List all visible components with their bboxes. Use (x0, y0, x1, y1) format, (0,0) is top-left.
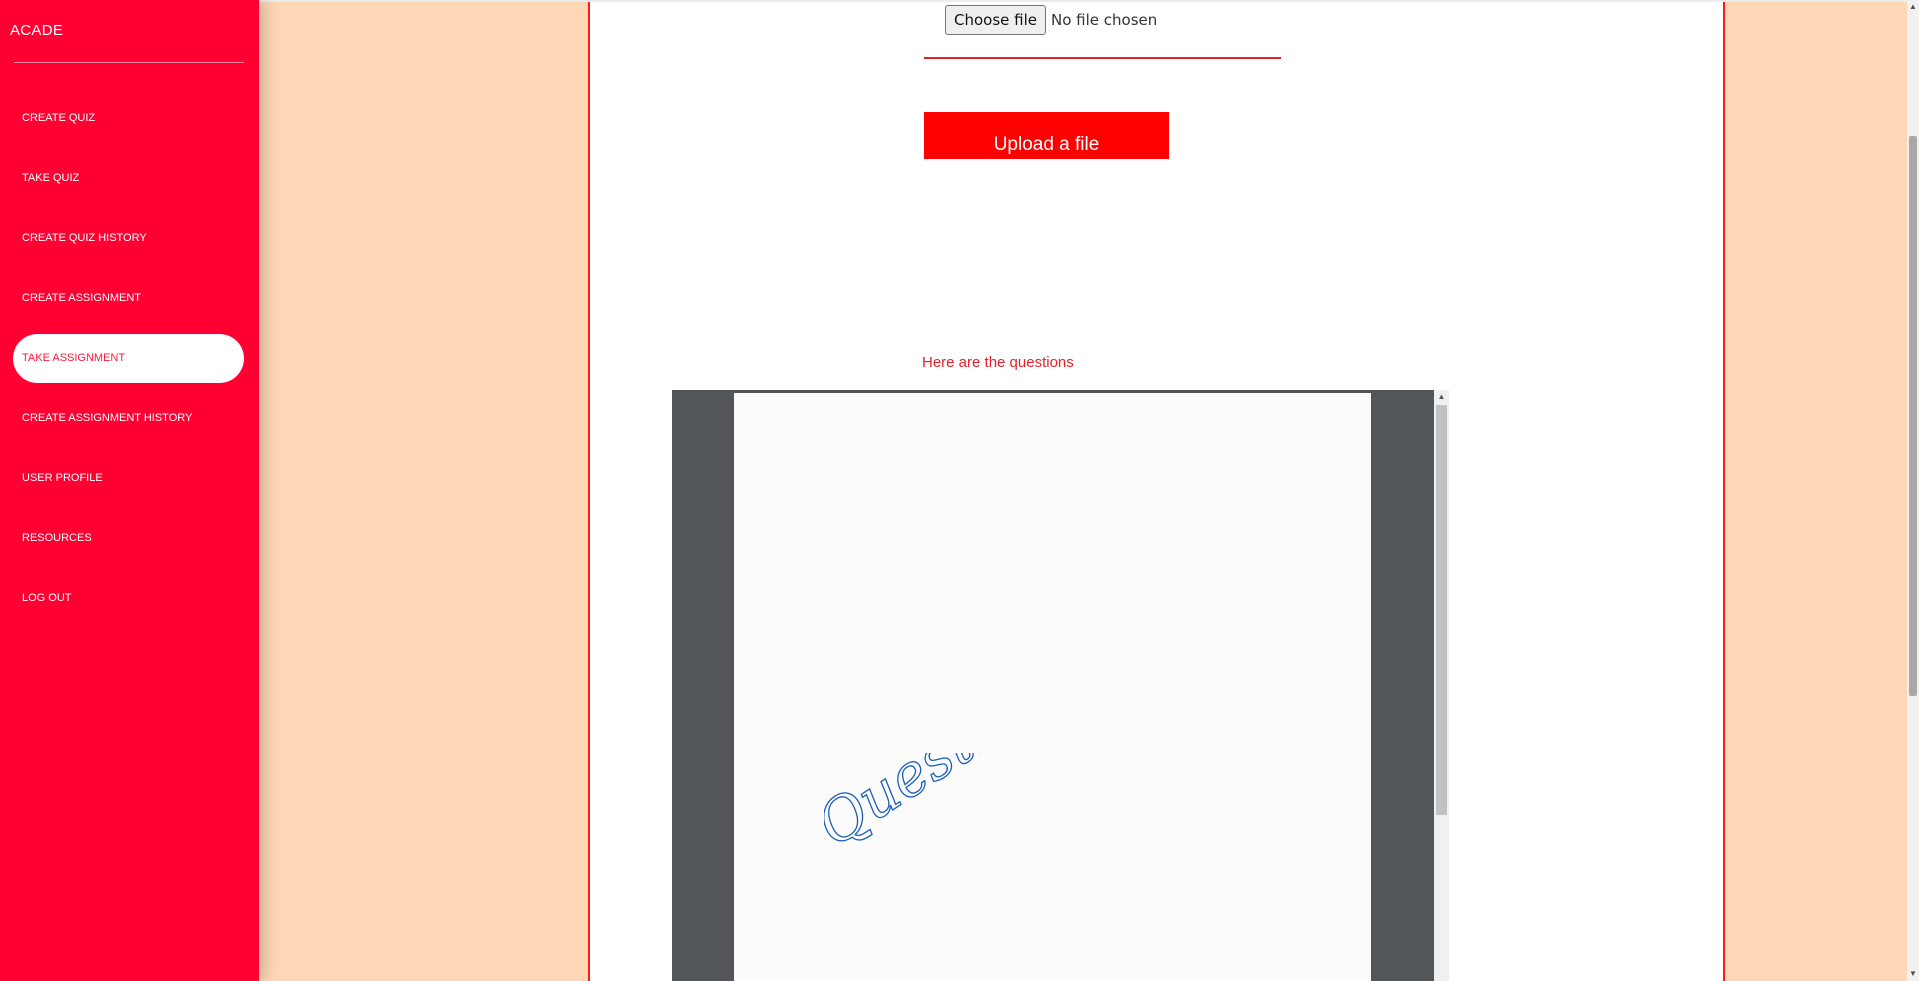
handwritten-text: Question (824, 753, 1024, 860)
viewer-scrollbar[interactable]: ▲ (1434, 390, 1449, 981)
sidebar-item-resources[interactable]: RESOURCES (0, 508, 259, 568)
top-border (259, 0, 1907, 2)
sidebar-item-label: USER PROFILE (22, 472, 103, 484)
sidebar-item-take-quiz[interactable]: TAKE QUIZ (0, 148, 259, 208)
sidebar-item-label: CREATE QUIZ (22, 112, 96, 124)
upload-file-button[interactable]: Upload a file (924, 112, 1169, 159)
sidebar-item-take-assignment[interactable]: TAKE ASSIGNMENT (0, 328, 259, 388)
sidebar-item-label: LOG OUT (22, 592, 72, 604)
page-scrollbar[interactable]: ▲ ▼ (1907, 0, 1919, 981)
sidebar-item-label: TAKE QUIZ (22, 172, 80, 184)
sidebar: ACADE CREATE QUIZ TAKE QUIZ CREATE QUIZ … (0, 0, 259, 981)
sidebar-item-create-quiz-history[interactable]: CREATE QUIZ HISTORY (0, 208, 259, 268)
file-input-underline (924, 57, 1281, 59)
sidebar-item-log-out[interactable]: LOG OUT (0, 568, 259, 628)
sidebar-nav: CREATE QUIZ TAKE QUIZ CREATE QUIZ HISTOR… (0, 88, 259, 628)
sidebar-item-label: RESOURCES (22, 532, 92, 544)
page-scroll-down-icon[interactable]: ▼ (1907, 967, 1919, 981)
sidebar-item-label: CREATE ASSIGNMENT HISTORY (22, 412, 193, 424)
file-input: Choose file No file chosen (945, 2, 1157, 38)
pdf-viewer[interactable]: Question (672, 390, 1434, 981)
brand-divider (14, 62, 244, 63)
scroll-up-icon[interactable]: ▲ (1434, 390, 1449, 404)
questions-heading: Here are the questions (922, 354, 1074, 371)
viewer-scroll-thumb[interactable] (1436, 405, 1447, 815)
sidebar-item-create-assignment-history[interactable]: CREATE ASSIGNMENT HISTORY (0, 388, 259, 448)
sidebar-item-create-assignment[interactable]: CREATE ASSIGNMENT (0, 268, 259, 328)
sidebar-item-create-quiz[interactable]: CREATE QUIZ (0, 88, 259, 148)
sidebar-item-label: TAKE ASSIGNMENT (22, 352, 126, 364)
brand-logo[interactable]: ACADE (10, 22, 63, 39)
file-status-text: No file chosen (1051, 11, 1158, 29)
page-scroll-thumb[interactable] (1909, 136, 1917, 696)
handwritten-question-image: Question (824, 753, 1024, 860)
page-scroll-up-icon[interactable]: ▲ (1907, 0, 1919, 14)
pdf-page: Question (734, 393, 1371, 981)
choose-file-button[interactable]: Choose file (945, 5, 1046, 35)
sidebar-item-label: CREATE ASSIGNMENT (22, 292, 141, 304)
sidebar-item-label: CREATE QUIZ HISTORY (22, 232, 147, 244)
sidebar-item-user-profile[interactable]: USER PROFILE (0, 448, 259, 508)
